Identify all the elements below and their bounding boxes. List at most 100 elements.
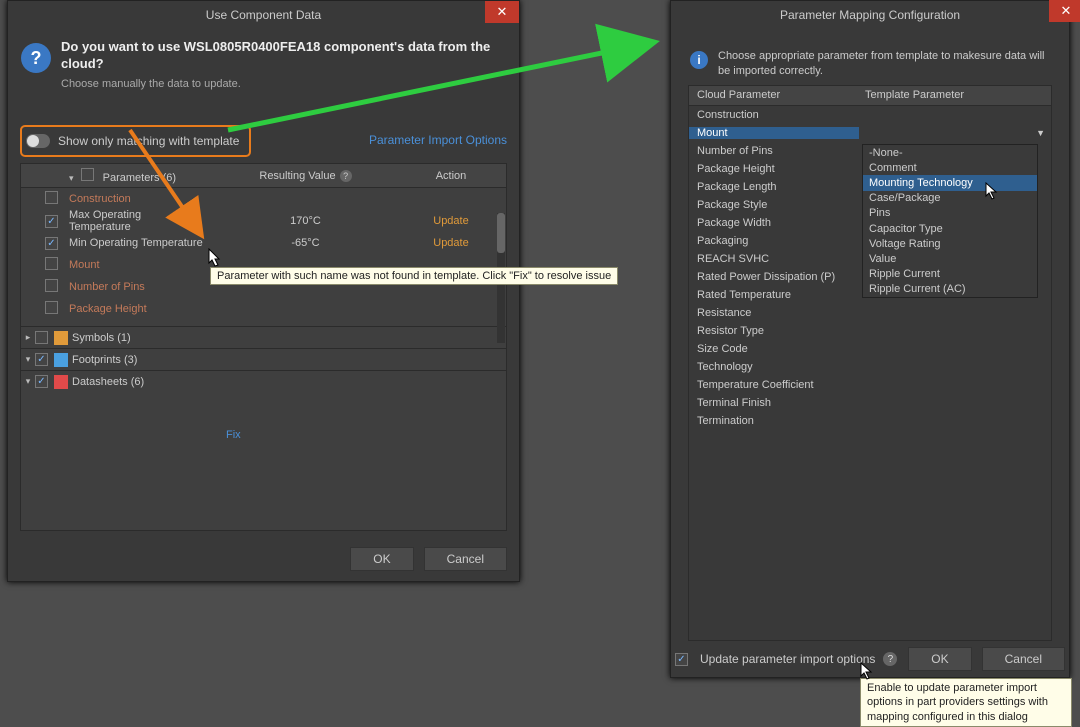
cancel-button[interactable]: Cancel bbox=[424, 547, 507, 571]
col-action[interactable]: Action bbox=[406, 170, 496, 182]
dialog-subtitle: Choose manually the data to update. bbox=[61, 78, 241, 90]
dropdown-indicator-icon[interactable]: ▼ bbox=[1036, 128, 1045, 138]
cloud-parameter-name: Package Length bbox=[689, 181, 859, 193]
help-icon[interactable]: ? bbox=[883, 652, 897, 666]
row-checkbox[interactable] bbox=[45, 237, 58, 250]
parameter-row[interactable]: Package Height bbox=[21, 298, 506, 320]
update-options-label: Update parameter import options bbox=[700, 652, 875, 666]
dropdown-item[interactable]: Pins bbox=[863, 206, 1037, 221]
cloud-parameter-name: REACH SVHC bbox=[689, 253, 859, 265]
close-button[interactable]: ✕ bbox=[1049, 0, 1080, 22]
dialog-question: Do you want to use WSL0805R0400FEA18 com… bbox=[61, 39, 506, 73]
col-template-parameter[interactable]: Template Parameter bbox=[859, 89, 1051, 101]
dropdown-item[interactable]: -None- bbox=[863, 145, 1037, 160]
parameter-mapping-dialog: Parameter Mapping Configuration ✕ i Choo… bbox=[670, 0, 1070, 678]
collapse-icon[interactable]: ▾ bbox=[21, 354, 35, 365]
col-resulting-value[interactable]: Resulting Value? bbox=[205, 170, 406, 182]
fix-tooltip: Parameter with such name was not found i… bbox=[210, 267, 618, 285]
dropdown-item[interactable]: Case/Package bbox=[863, 191, 1037, 206]
collapse-icon[interactable]: ▾ bbox=[21, 376, 35, 387]
ok-button[interactable]: OK bbox=[908, 647, 971, 671]
dropdown-item[interactable]: Voltage Rating bbox=[863, 236, 1037, 251]
dropdown-item[interactable]: Ripple Current bbox=[863, 267, 1037, 282]
update-action[interactable]: Update bbox=[406, 237, 496, 249]
parameter-value: 170°C bbox=[205, 215, 406, 227]
group-symbols[interactable]: ▸ Symbols (1) bbox=[21, 326, 506, 348]
cloud-parameter-name: Packaging bbox=[689, 235, 859, 247]
row-checkbox[interactable] bbox=[45, 279, 58, 292]
parameter-row[interactable]: Min Operating Temperature -65°C Update bbox=[21, 232, 506, 254]
group-checkbox[interactable] bbox=[35, 331, 48, 344]
row-checkbox[interactable] bbox=[45, 257, 58, 270]
parameter-name: Mount bbox=[69, 259, 100, 271]
update-options-checkbox[interactable] bbox=[675, 653, 688, 666]
group-label: Datasheets (6) bbox=[72, 376, 144, 388]
parameter-value: -65°C bbox=[205, 237, 406, 249]
row-checkbox[interactable] bbox=[45, 191, 58, 204]
cloud-parameter-row[interactable]: Construction bbox=[689, 106, 1051, 124]
cloud-parameter-row[interactable]: Mount bbox=[689, 124, 1051, 142]
cancel-button[interactable]: Cancel bbox=[982, 647, 1065, 671]
cloud-parameter-name: Resistance bbox=[689, 307, 859, 319]
dropdown-item[interactable]: Ripple Current (AC) bbox=[863, 282, 1037, 297]
parameters-body: Construction Max Operating Temperature 1… bbox=[21, 188, 506, 320]
col-parameters-label: Parameters (6) bbox=[103, 172, 176, 184]
update-action[interactable]: Update bbox=[406, 215, 496, 227]
dialog-title: Use Component Data bbox=[206, 8, 321, 22]
cloud-parameter-row[interactable]: Resistance bbox=[689, 304, 1051, 322]
cloud-parameter-name: Size Code bbox=[689, 343, 859, 355]
cloud-parameter-name: Package Height bbox=[689, 163, 859, 175]
use-component-data-dialog: Use Component Data ✕ ? Do you want to us… bbox=[7, 0, 520, 582]
parameter-name: Construction bbox=[69, 193, 131, 205]
group-checkbox[interactable] bbox=[35, 353, 48, 366]
group-checkbox[interactable] bbox=[81, 168, 94, 181]
cloud-parameter-row[interactable]: Temperature Coefficient bbox=[689, 376, 1051, 394]
group-footprints[interactable]: ▾ Footprints (3) bbox=[21, 348, 506, 370]
datasheets-icon bbox=[54, 375, 68, 389]
group-label: Footprints (3) bbox=[72, 354, 137, 366]
scrollbar-thumb[interactable] bbox=[497, 213, 505, 253]
dropdown-item[interactable]: Capacitor Type bbox=[863, 221, 1037, 236]
cloud-parameter-name: Rated Temperature bbox=[689, 289, 859, 301]
show-matching-toggle[interactable] bbox=[26, 134, 50, 148]
ok-button[interactable]: OK bbox=[350, 547, 413, 571]
dialog-titlebar: Use Component Data ✕ bbox=[8, 1, 519, 29]
cloud-parameter-name: Temperature Coefficient bbox=[689, 379, 859, 391]
dialog-title: Parameter Mapping Configuration bbox=[780, 8, 960, 22]
show-matching-label: Show only matching with template bbox=[58, 134, 239, 148]
parameter-row[interactable]: Construction bbox=[21, 188, 506, 210]
cloud-parameter-name: Technology bbox=[689, 361, 859, 373]
info-icon: i bbox=[690, 51, 708, 69]
dropdown-item[interactable]: Value bbox=[863, 251, 1037, 266]
parameter-row[interactable]: Max Operating Temperature 170°C Update bbox=[21, 210, 506, 232]
fix-link[interactable]: Fix bbox=[226, 429, 241, 441]
dropdown-item[interactable]: Mounting Technology bbox=[863, 175, 1037, 190]
footprints-icon bbox=[54, 353, 68, 367]
parameter-name: Package Height bbox=[69, 303, 147, 315]
col-parameters[interactable]: ▾ Parameters (6) bbox=[65, 168, 205, 184]
cloud-parameter-row[interactable]: Technology bbox=[689, 358, 1051, 376]
row-checkbox[interactable] bbox=[45, 215, 58, 228]
dialog-titlebar: Parameter Mapping Configuration ✕ bbox=[671, 1, 1069, 29]
col-cloud-parameter[interactable]: Cloud Parameter bbox=[689, 89, 859, 101]
close-button[interactable]: ✕ bbox=[485, 1, 519, 23]
row-checkbox[interactable] bbox=[45, 301, 58, 314]
cloud-parameter-row[interactable]: Size Code bbox=[689, 340, 1051, 358]
cloud-parameter-name: Package Style bbox=[689, 199, 859, 211]
cloud-parameter-row[interactable]: Resistor Type bbox=[689, 322, 1051, 340]
cloud-parameter-row[interactable]: Terminal Finish bbox=[689, 394, 1051, 412]
expand-icon[interactable]: ▸ bbox=[21, 332, 35, 343]
dropdown-item[interactable]: Comment bbox=[863, 160, 1037, 175]
group-checkbox[interactable] bbox=[35, 375, 48, 388]
parameter-import-options-link[interactable]: Parameter Import Options bbox=[369, 133, 507, 147]
collapse-icon[interactable]: ▾ bbox=[69, 173, 74, 183]
show-matching-toggle-wrap: Show only matching with template bbox=[20, 125, 251, 157]
parameter-name: Number of Pins bbox=[69, 281, 145, 293]
template-parameter-dropdown[interactable]: -None-CommentMounting TechnologyCase/Pac… bbox=[862, 144, 1038, 298]
parameter-name: Max Operating Temperature bbox=[69, 209, 141, 233]
help-icon[interactable]: ? bbox=[340, 170, 352, 182]
group-datasheets[interactable]: ▾ Datasheets (6) bbox=[21, 370, 506, 392]
cloud-parameter-name: Mount bbox=[689, 127, 859, 139]
cloud-parameter-name: Number of Pins bbox=[689, 145, 859, 157]
cloud-parameter-row[interactable]: Termination bbox=[689, 412, 1051, 430]
